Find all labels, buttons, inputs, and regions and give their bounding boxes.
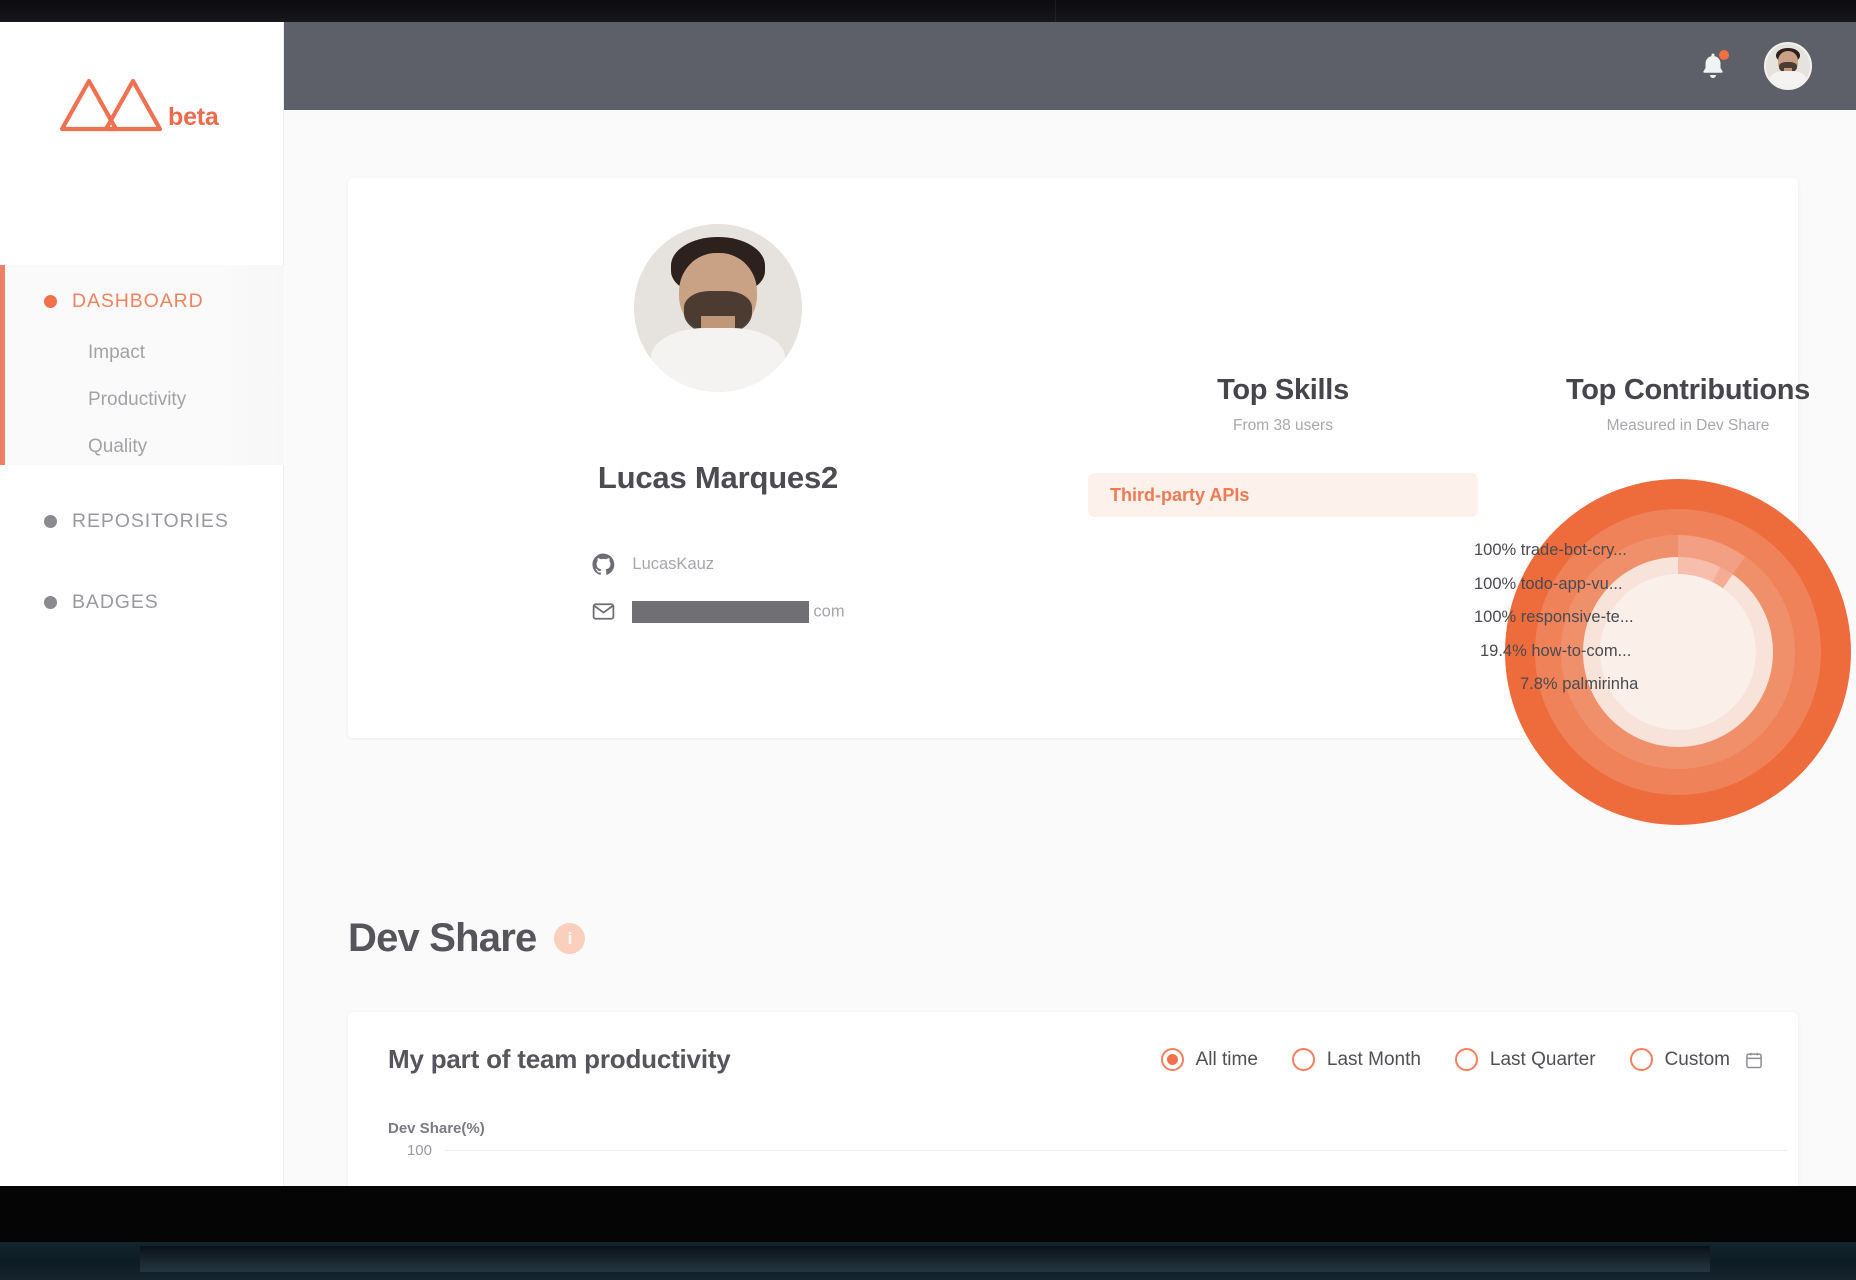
brand-logo[interactable]: beta [58,74,219,134]
sidebar-item-productivity[interactable]: Productivity [88,389,186,411]
sidebar: beta DASHBOARD Impact Productivity Quali… [0,22,284,1186]
profile-column: Lucas Marques2 LucasKauz com [508,224,928,646]
bullet-icon [44,596,57,609]
screen-bezel-top [0,0,1856,22]
browser-viewport: beta DASHBOARD Impact Productivity Quali… [0,22,1856,1186]
laptop-frame: beta DASHBOARD Impact Productivity Quali… [0,0,1856,1280]
bezel-seam [1055,0,1056,22]
sidebar-item-dashboard[interactable]: DASHBOARD [44,290,204,313]
skill-pill[interactable]: Third-party APIs [1088,473,1478,517]
bullet-icon [44,295,57,308]
y-tick: 100 [406,1142,432,1159]
top-skills-panel: Top Skills From 38 users Third-party API… [1088,374,1478,517]
dev-share-chart-card: My part of team productivity All time La… [348,1012,1798,1186]
notification-dot [1719,50,1729,60]
radio-all-time[interactable]: All time [1160,1048,1258,1071]
dev-share-title: Dev Share [348,916,537,960]
radio-label: All time [1195,1048,1258,1070]
profile-meta: LucasKauz com [591,552,845,646]
top-contributions-subtitle: Measured in Dev Share [1606,417,1770,434]
main-content: Lucas Marques2 LucasKauz com Top Skills … [284,110,1856,1186]
beta-label: beta [168,103,219,131]
radio-label: Last Quarter [1489,1048,1596,1070]
email-redaction-bar [632,600,810,623]
bell-icon[interactable] [1698,50,1729,82]
email-row[interactable]: com [591,599,845,624]
top-contributions-panel: Top Contributions Measured in Dev Share … [1474,374,1856,825]
screen-bezel-bottom [0,1186,1856,1242]
radio-label: Last Month [1326,1048,1421,1070]
sidebar-subitem-label: Impact [88,342,146,363]
chart-title: My part of team productivity [388,1044,731,1074]
top-contributions-title: Top Contributions [1565,374,1811,406]
github-handle: LucasKauz [632,555,715,573]
sidebar-subitem-label: Quality [88,436,148,457]
profile-photo [634,224,802,392]
github-row[interactable]: LucasKauz [591,552,844,577]
contributions-radial-chart: 100% trade-bot-cry... 100% todo-app-vu..… [1474,466,1856,838]
chart-header: My part of team productivity All time La… [388,1044,1764,1075]
scrollbar[interactable] [1850,110,1856,1186]
radio-last-quarter[interactable]: Last Quarter [1454,1048,1596,1071]
top-skills-title: Top Skills [1217,374,1349,406]
email-value: com [632,600,845,623]
profile-photo-image [634,224,802,392]
sidebar-item-badges[interactable]: BADGES [44,591,159,614]
radio-custom[interactable]: Custom [1629,1048,1764,1071]
top-skills-subtitle: From 38 users [1233,417,1333,434]
github-icon [591,552,616,577]
profile-overview-card: Lucas Marques2 LucasKauz com Top Skills … [348,178,1851,825]
radio-icon [1291,1048,1315,1071]
envelope-icon [591,599,616,624]
info-icon[interactable]: i [554,923,586,954]
sidebar-item-impact[interactable]: Impact [88,342,145,364]
sidebar-item-label: BADGES [72,591,159,613]
sidebar-item-label: REPOSITORIES [72,510,229,532]
radio-icon [1629,1048,1653,1071]
sidebar-item-quality[interactable]: Quality [88,436,147,458]
radio-label: Custom [1664,1048,1730,1070]
y-axis-label: Dev Share(%) [388,1120,485,1137]
dev-share-heading: Dev Share i [348,916,586,961]
dev-share-line-plot: 100 75 50 [388,1142,1788,1186]
sidebar-item-label: DASHBOARD [72,290,204,312]
series-paths [444,1150,1794,1186]
sidebar-item-repositories[interactable]: REPOSITORIES [44,510,229,533]
email-suffix: com [813,601,845,620]
bullet-icon [44,515,57,528]
time-range-radio-group: All time Last Month Last Quarter Custom [1160,1048,1764,1071]
sidebar-subitem-label: Productivity [88,389,187,410]
keyboard-deck [140,1246,1710,1272]
top-contributions-header: Top Contributions Measured in Dev Share … [1488,374,1856,435]
radio-last-month[interactable]: Last Month [1291,1048,1421,1071]
page-title: Lucas Marques2 [597,460,839,495]
radio-icon-selected [1160,1048,1184,1071]
laptop-base [0,1242,1856,1280]
radial-rings-svg [1505,479,1851,825]
radio-icon [1454,1048,1478,1071]
top-header-bar [284,22,1856,110]
avatar-photo [1766,44,1810,88]
avatar[interactable] [1764,42,1812,90]
mergestat-logo-icon [59,78,163,132]
calendar-icon[interactable] [1744,1050,1764,1070]
skill-label: Third-party APIs [1110,484,1250,505]
